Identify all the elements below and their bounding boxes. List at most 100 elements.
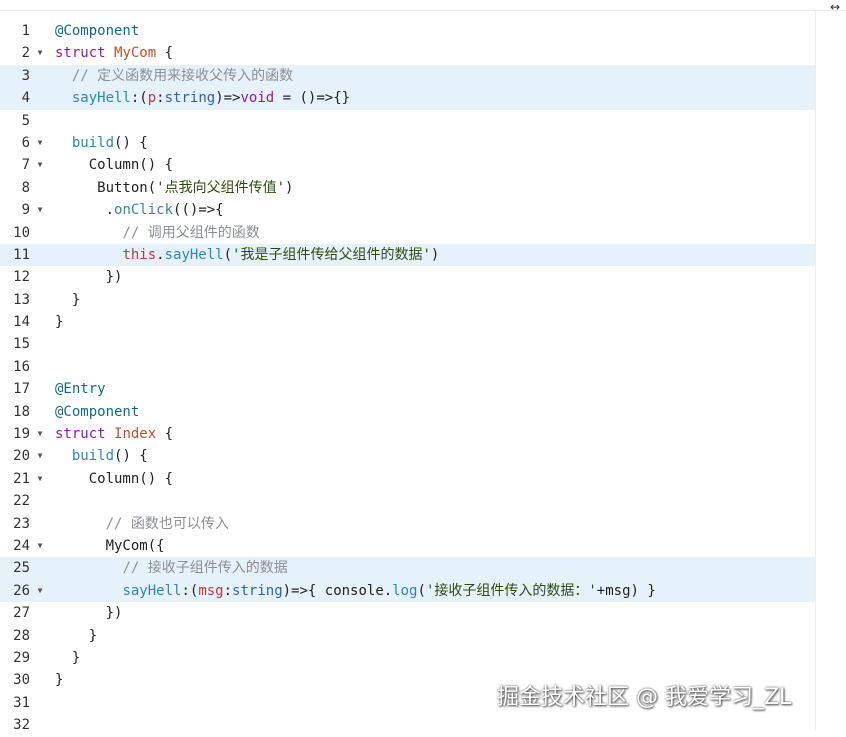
code-line: 27 }) [0,602,815,624]
expand-icon[interactable]: ↔ [826,0,844,16]
fold-arrow-icon[interactable]: ▼ [35,132,45,154]
code-token: ) [430,246,440,263]
code-token: sayHell [164,246,224,263]
code-line: 19 ▼ struct Index { [0,423,815,445]
fold-arrow-icon[interactable]: ▼ [35,535,45,557]
code-line: 14} [0,311,815,333]
code-token: msg [198,582,224,599]
code-token: . [55,202,115,219]
code-block-toolbar [0,0,846,11]
code-token: build [71,134,115,151]
code-line: 29 } [0,647,815,669]
code-token: @Component [55,403,140,420]
line-number: 18 [13,403,30,420]
code-token: }) [55,269,123,286]
code-token: '接收子组件传入的数据：' [425,582,597,599]
code-token: // 调用父组件的函数 [122,224,260,241]
code-token: '点我向父组件传值' [156,179,286,196]
code-token: log [392,582,418,599]
code-token: p [147,90,157,107]
line-number: 13 [13,291,30,308]
line-number: 31 [13,694,30,711]
line-number: 25 [13,560,30,577]
code-token: MyCom [114,45,157,62]
code-token: (()=>{ [173,202,224,219]
code-line: 24 ▼ MyCom({ [0,535,815,557]
code-line: 12 }) [0,266,815,288]
code-token: onClick [114,202,174,219]
line-number: 30 [13,672,30,689]
line-number: 22 [13,493,30,510]
code-token: +msg) } [596,582,656,599]
line-number: 26 [13,582,30,599]
code-token: ( [417,582,426,599]
fold-arrow-icon[interactable]: ▼ [35,199,45,221]
code-token: sayHell [71,90,131,107]
code-line: 28 } [0,625,815,647]
code-line: 4 sayHell:(p:string)=>void = ()=>{} [0,87,815,110]
line-number: 4 [21,90,30,107]
code-token: string [164,90,216,107]
code-token: )=> [215,90,241,107]
code-token: } [55,291,81,308]
code-token: // 接收子组件传入的数据 [122,560,288,577]
code-text: // 调用父组件的函数 [55,222,260,244]
code-token: build [71,448,115,465]
code-token: : [156,90,165,107]
fold-arrow-icon[interactable]: ▼ [35,423,45,445]
code-token: Column() { [55,470,174,487]
code-line: 26 ▼ sayHell:(msg:string)=>{ console.log(… [0,579,815,603]
code-text: build() { [55,445,148,467]
code-token: = ()=>{} [274,90,351,107]
line-number: 24 [13,537,30,554]
code-token: void [240,90,275,107]
line-number: 21 [13,470,30,487]
code-token: }) [55,605,123,622]
code-text: build() { [55,132,148,154]
line-number: 27 [13,605,30,622]
code-text: sayHell:(msg:string)=>{ console.log('接收子… [55,580,656,602]
fold-arrow-icon[interactable]: ▼ [35,42,45,64]
line-number: 2 [21,45,30,62]
code-line: 10 // 调用父组件的函数 [0,222,815,244]
code-token: . [156,246,165,263]
code-token: ) [285,179,294,196]
code-token: this [122,246,157,263]
fold-arrow-icon[interactable]: ▼ [35,154,45,176]
line-number: 6 [21,134,30,151]
code-text: } [55,625,97,647]
code-token: { [156,45,174,62]
code-line: 32 [0,714,815,736]
code-text: this.sayHell('我是子组件传给父组件的数据') [55,244,439,266]
code-line: 23 // 函数也可以传入 [0,513,815,535]
code-editor[interactable]: 1 @Component 2 ▼ struct MyCom {3 // 定义函数用来接收… [0,20,815,737]
line-number: 11 [13,246,30,263]
code-line: 8 Button('点我向父组件传值') [0,177,815,199]
code-text: }) [55,266,123,288]
code-token: } [55,649,81,666]
code-token: : [223,582,233,599]
line-number: 3 [21,67,30,84]
code-text: @Entry [55,378,106,400]
code-line: 18 @Component [0,401,815,423]
line-number: 16 [13,358,30,375]
code-text: @Component [55,20,139,42]
code-text: } [55,311,63,333]
code-text: // 定义函数用来接收父传入的函数 [55,65,293,87]
fold-arrow-icon[interactable]: ▼ [35,580,45,602]
code-text: sayHell:(p:string)=>void = ()=>{} [55,87,350,109]
code-token: struct [55,45,115,62]
code-line: 21 ▼ Column() { [0,468,815,490]
code-line: 16 [0,356,815,378]
line-number: 7 [21,157,30,174]
code-line: 2 ▼ struct MyCom { [0,42,815,64]
line-number: 9 [21,202,30,219]
code-token: @Entry [55,381,106,398]
fold-arrow-icon[interactable]: ▼ [35,445,45,467]
watermark: 掘金技术社区 @ 我爱学习_ZL [497,685,792,710]
code-token: // 函数也可以传入 [105,515,229,532]
fold-arrow-icon[interactable]: ▼ [35,468,45,490]
